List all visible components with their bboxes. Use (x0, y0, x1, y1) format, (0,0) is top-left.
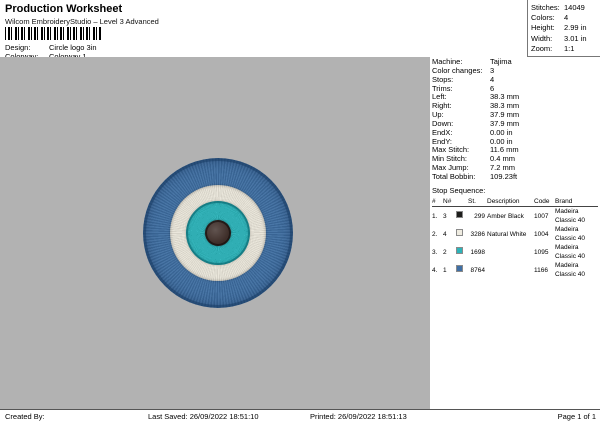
info-row-total-bobbin: Total Bobbin:109.23ft (432, 173, 598, 182)
summary-label: Zoom: (531, 44, 564, 54)
thread-swatch (456, 229, 463, 236)
thread-code: 1007 (534, 212, 553, 221)
page-title: Production Worksheet (5, 3, 122, 15)
summary-row-stitches: Stitches: 14049 (531, 3, 600, 13)
eye-pupil (205, 220, 231, 246)
col-needle: N# (443, 197, 454, 206)
thread-number: 8764 (468, 266, 485, 275)
stop-sequence-header-row: # N# St. Description Code Brand (432, 197, 598, 207)
design-value: Circle logo 3in (49, 43, 97, 52)
swatch-cell (456, 265, 466, 275)
info-value: 109.23ft (490, 173, 517, 182)
eye-white-ring (170, 185, 266, 281)
thread-swatch (456, 211, 463, 218)
summary-label: Height: (531, 23, 564, 33)
summary-value: 14049 (564, 3, 585, 13)
needle-num: 1 (443, 266, 454, 275)
summary-row-width: Width: 3.01 in (531, 34, 600, 44)
stop-sequence-row: 1. 3 299 Amber Black 1007 Madeira Classi… (432, 207, 598, 225)
thread-swatch (456, 265, 463, 272)
col-st: St. (468, 197, 485, 206)
footer-page-number: Page 1 of 1 (558, 412, 596, 421)
footer-printed: Printed: 26/09/2022 18:51:13 (310, 412, 407, 421)
summary-label: Stitches: (531, 3, 564, 13)
seq-num: 2. (432, 230, 441, 239)
summary-row-colors: Colors: 4 (531, 13, 600, 23)
app-subtitle: Wilcom EmbroideryStudio – Level 3 Advanc… (5, 17, 159, 26)
seq-num: 3. (432, 248, 441, 257)
design-name-row: Design:Circle logo 3in (5, 43, 97, 52)
col-brand: Brand (555, 197, 598, 206)
thread-brand: Madeira Classic 40 (555, 261, 598, 279)
summary-value: 4 (564, 13, 568, 23)
design-canvas (0, 57, 430, 409)
summary-label: Colors: (531, 13, 564, 23)
embroidery-design (143, 158, 293, 308)
stop-sequence-title: Stop Sequence: (432, 186, 598, 195)
thread-number: 3286 (468, 230, 485, 239)
info-row-color-changes: Color changes:3 (432, 67, 598, 76)
stop-sequence-row: 2. 4 3286 Natural White 1004 Madeira Cla… (432, 225, 598, 243)
seq-num: 4. (432, 266, 441, 275)
thread-brand: Madeira Classic 40 (555, 243, 598, 261)
thread-swatch (456, 247, 463, 254)
summary-value: 2.99 in (564, 23, 587, 33)
info-row-down: Down:37.9 mm (432, 120, 598, 129)
thread-description: Natural White (487, 230, 532, 239)
eye-iris-ring (186, 201, 250, 265)
machine-info-panel: Machine:Tajima Color changes:3 Stops:4 T… (432, 58, 598, 182)
thread-code: 1166 (534, 266, 553, 275)
info-row-stops: Stops:4 (432, 76, 598, 85)
summary-row-zoom: Zoom: 1:1 (531, 44, 600, 54)
swatch-cell (456, 229, 466, 239)
stop-sequence-panel: Stop Sequence: # N# St. Description Code… (432, 186, 598, 279)
seq-num: 1. (432, 212, 441, 221)
col-description: Description (487, 197, 532, 206)
col-code: Code (534, 197, 553, 206)
production-worksheet-page: Production Worksheet Wilcom EmbroiderySt… (0, 0, 600, 424)
footer-divider (0, 409, 600, 410)
thread-brand: Madeira Classic 40 (555, 225, 598, 243)
swatch-cell (456, 211, 466, 221)
summary-value: 3.01 in (564, 34, 587, 44)
summary-value: 1:1 (564, 44, 574, 54)
summary-row-height: Height: 2.99 in (531, 23, 600, 33)
design-summary-box: Stitches: 14049 Colors: 4 Height: 2.99 i… (527, 0, 600, 57)
col-seq: # (432, 197, 441, 206)
needle-num: 4 (443, 230, 454, 239)
barcode (5, 27, 102, 40)
thread-number: 1698 (468, 248, 485, 257)
needle-num: 2 (443, 248, 454, 257)
footer-last-saved: Last Saved: 26/09/2022 18:51:10 (148, 412, 259, 421)
footer-created-by: Created By: (5, 412, 45, 421)
thread-number: 299 (468, 212, 485, 221)
info-row-endx: EndX:0.00 in (432, 129, 598, 138)
eye-outer-ring (143, 158, 293, 308)
summary-label: Width: (531, 34, 564, 44)
design-label: Design: (5, 43, 49, 52)
needle-num: 3 (443, 212, 454, 221)
thread-description: Amber Black (487, 212, 532, 221)
thread-code: 1095 (534, 248, 553, 257)
thread-code: 1004 (534, 230, 553, 239)
thread-brand: Madeira Classic 40 (555, 207, 598, 225)
stop-sequence-row: 4. 1 8764 1166 Madeira Classic 40 (432, 261, 598, 279)
stop-sequence-row: 3. 2 1698 1095 Madeira Classic 40 (432, 243, 598, 261)
swatch-cell (456, 247, 466, 257)
info-label: Total Bobbin: (432, 173, 490, 182)
